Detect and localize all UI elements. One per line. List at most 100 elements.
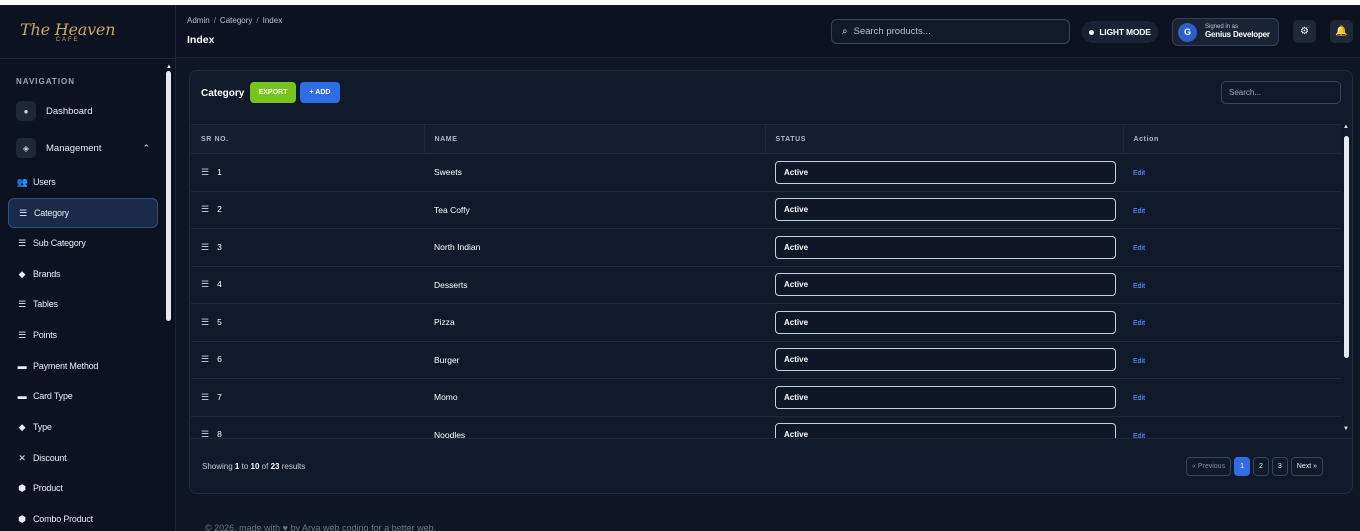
sidebar-scrollbar[interactable]	[166, 71, 171, 321]
sidebar-item-management[interactable]: ◈ Management ⌃	[8, 138, 158, 158]
page-2-button[interactable]: 2	[1252, 457, 1269, 476]
status-select[interactable]: Active	[775, 198, 1116, 222]
export-button[interactable]: EXPORT	[250, 82, 296, 103]
add-button[interactable]: + ADD	[300, 82, 340, 103]
status-select[interactable]: Active	[775, 160, 1116, 184]
sidebar-item-product[interactable]: ⬢ Product	[8, 473, 158, 503]
next-page-button[interactable]: Next »	[1290, 457, 1324, 476]
edit-link[interactable]: Edit	[1133, 170, 1145, 177]
cell-sr: ☰ 1	[191, 153, 424, 192]
edit-link[interactable]: Edit	[1133, 358, 1145, 365]
cell-action: Edit	[1123, 153, 1341, 192]
sidebar-item-brands[interactable]: ◆ Brands	[8, 259, 158, 289]
drag-handle-icon[interactable]: ☰	[201, 279, 209, 289]
dashboard-icon: ●	[16, 101, 36, 121]
sidebar-item-label: Dashboard	[46, 105, 93, 117]
page-3-button[interactable]: 3	[1271, 457, 1288, 476]
drag-handle-icon[interactable]: ☰	[201, 167, 209, 177]
status-select[interactable]: Active	[775, 310, 1116, 334]
page-1-button[interactable]: 1	[1234, 457, 1250, 476]
edit-link[interactable]: Edit	[1133, 208, 1145, 215]
card-header: Category EXPORT + ADD	[190, 71, 1352, 115]
product-search[interactable]: ⌕	[831, 19, 1070, 44]
cell-name: Tea Coffy	[424, 191, 765, 229]
drag-handle-icon[interactable]: ☰	[201, 204, 209, 214]
column-sr-no[interactable]: SR NO.	[191, 124, 424, 154]
search-icon: ⌕	[842, 26, 848, 37]
status-select[interactable]: Active	[775, 348, 1116, 372]
scroll-thumb[interactable]	[1344, 136, 1349, 358]
settings-button[interactable]: ⚙	[1293, 20, 1316, 43]
card-title: Category	[201, 88, 245, 99]
status-select[interactable]: Active	[775, 385, 1116, 409]
list-icon: ☰	[18, 298, 26, 309]
breadcrumb-item[interactable]: Admin	[187, 16, 210, 25]
drag-handle-icon[interactable]: ☰	[201, 392, 209, 402]
sidebar-item-users[interactable]: 👥 Users	[8, 167, 158, 197]
edit-link[interactable]: Edit	[1133, 320, 1145, 327]
drag-handle-icon[interactable]: ☰	[201, 242, 209, 252]
edit-link[interactable]: Edit	[1133, 395, 1145, 402]
status-select[interactable]: Active	[775, 235, 1116, 259]
page-title: Index	[187, 34, 215, 46]
cell-sr: ☰ 6	[191, 341, 424, 379]
sidebar-item-points[interactable]: ☰ Points	[8, 320, 158, 350]
sr-value: 4	[217, 279, 222, 290]
status-select[interactable]: Active	[775, 423, 1116, 438]
cell-action: Edit	[1123, 191, 1341, 229]
sidebar-item-label: Type	[33, 422, 52, 432]
top-header: Admin/Category/Index Index ⌕ LIGHT MODE …	[176, 5, 1360, 58]
sidebar-item-tables[interactable]: ☰ Tables	[8, 289, 158, 319]
search-input[interactable]	[853, 26, 1054, 37]
status-select[interactable]: Active	[775, 273, 1116, 297]
sidebar-item-category[interactable]: ☰ Category	[8, 198, 158, 228]
tag-icon: ◆	[18, 421, 26, 432]
results-from: 1	[234, 462, 240, 471]
drag-handle-icon[interactable]: ☰	[201, 317, 209, 327]
column-name[interactable]: NAME	[423, 124, 765, 154]
sidebar-item-card-type[interactable]: ▬ Card Type	[8, 381, 158, 411]
cell-name: Momo	[424, 378, 765, 417]
drag-handle-icon[interactable]: ☰	[201, 429, 209, 438]
sidebar-item-dashboard[interactable]: ● Dashboard	[8, 101, 158, 121]
table-scrollbar[interactable]: ▲ ▼	[1343, 124, 1351, 438]
brand[interactable]: The Heaven CAFE	[0, 5, 175, 59]
cell-action: Edit	[1123, 416, 1341, 438]
cell-sr: ☰ 4	[191, 266, 424, 304]
user-name: Genius Developer	[1205, 29, 1270, 39]
sidebar-item-label: Sub Category	[33, 238, 86, 248]
results-total: 23	[270, 462, 280, 471]
user-menu[interactable]: G Signed in as Genius Developer	[1172, 18, 1279, 46]
light-mode-toggle[interactable]: LIGHT MODE	[1082, 21, 1158, 43]
column-action: Action	[1122, 124, 1341, 154]
sidebar-item-combo-product[interactable]: ⬢ Combo Product	[8, 504, 158, 531]
cell-sr: ☰ 2	[191, 191, 424, 229]
edit-link[interactable]: Edit	[1133, 283, 1145, 290]
cell-sr: ☰ 7	[191, 378, 424, 417]
sidebar-item-label: Discount	[33, 453, 67, 463]
sidebar-item-sub-category[interactable]: ☰ Sub Category	[8, 228, 158, 258]
box-icon: ⬢	[18, 513, 26, 524]
sidebar-item-payment-method[interactable]: ▬ Payment Method	[8, 351, 158, 381]
notifications-button[interactable]: 🔔	[1330, 20, 1353, 43]
previous-page-button[interactable]: « Previous	[1186, 457, 1232, 476]
table-row: ☰ 2 Tea Coffy Active Edit	[191, 191, 1341, 229]
sidebar-item-label: Category	[34, 208, 69, 218]
results-summary: Showing 1 to 10 of 23 results	[202, 462, 306, 471]
breadcrumb-item[interactable]: Category	[220, 16, 252, 25]
table-search-input[interactable]	[1221, 81, 1341, 104]
cell-action: Edit	[1123, 341, 1341, 379]
drag-handle-icon[interactable]: ☰	[201, 354, 209, 364]
scroll-up-arrow[interactable]: ▲	[1343, 124, 1349, 130]
sidebar-item-discount[interactable]: ✕ Discount	[8, 443, 158, 473]
scroll-down-arrow[interactable]: ▼	[1343, 426, 1349, 432]
cell-name: Pizza	[424, 303, 765, 342]
list-icon: ☰	[19, 207, 27, 218]
column-status[interactable]: STATUS	[764, 124, 1123, 154]
sidebar-item-label: Points	[33, 330, 57, 340]
card-footer: Showing 1 to 10 of 23 results « Previous…	[190, 438, 1352, 484]
sidebar-item-type[interactable]: ◆ Type	[8, 412, 158, 442]
edit-link[interactable]: Edit	[1133, 245, 1145, 252]
scroll-up-arrow[interactable]: ▲	[166, 64, 172, 70]
cell-action: Edit	[1123, 228, 1341, 267]
